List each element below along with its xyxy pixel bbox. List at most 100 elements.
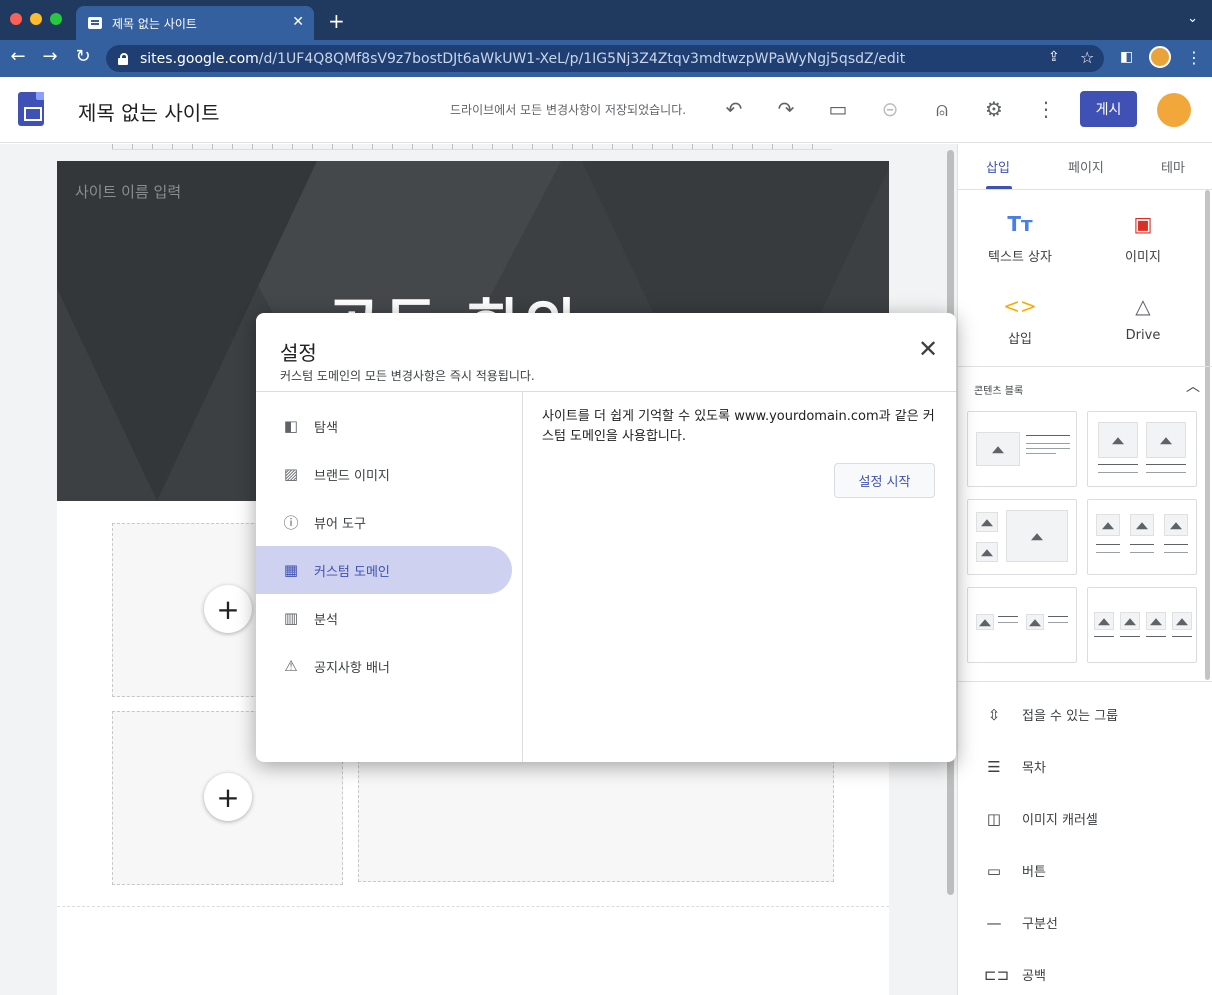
menu-item-label: 분석: [314, 612, 338, 628]
content-block-layout[interactable]: [1087, 411, 1197, 487]
image-thumbnail: [1094, 612, 1114, 630]
new-tab-icon[interactable]: +: [328, 9, 345, 33]
redo-icon[interactable]: ↷: [773, 96, 799, 122]
insert-table-of-contents[interactable]: ☰ 목차: [984, 757, 1046, 777]
content-block-layout[interactable]: [1087, 499, 1197, 575]
content-block-layout[interactable]: [967, 587, 1077, 663]
google-sites-logo-icon[interactable]: [18, 92, 44, 126]
insert-embed[interactable]: <> 삽입: [965, 294, 1075, 347]
insert-item-label: 텍스트 상자: [988, 250, 1052, 265]
settings-menu-viewer-tools[interactable]: ⓘ 뷰어 도구: [256, 498, 512, 546]
gear-icon[interactable]: ⚙: [981, 96, 1007, 122]
text-line: [1026, 435, 1070, 436]
settings-menu-analytics[interactable]: ▥ 분석: [256, 594, 512, 642]
site-name-input[interactable]: 사이트 이름 입력: [75, 181, 181, 202]
insert-text-box[interactable]: Tт 텍스트 상자: [965, 212, 1075, 265]
browser-menu-icon[interactable]: ⋮: [1186, 48, 1202, 67]
ruler: [112, 144, 832, 150]
content-block-layout[interactable]: [967, 411, 1077, 487]
minimize-window-dot[interactable]: [30, 13, 42, 25]
tab-search-chevron-icon[interactable]: ⌄: [1187, 11, 1198, 26]
brand-images-icon: ▨: [283, 465, 299, 483]
url-path: /d/1UF4Q8QMf8sV9z7bostDJt6aWkUW1-XeL/p/1…: [258, 50, 906, 67]
forward-icon[interactable]: →: [38, 46, 62, 67]
sites-favicon-icon: [88, 17, 102, 29]
insert-image-carousel[interactable]: ◫ 이미지 캐러셀: [984, 809, 1098, 829]
insert-button[interactable]: ▭ 버튼: [984, 861, 1046, 881]
settings-dialog: 설정 커스텀 도메인의 모든 변경사항은 즉시 적용됩니다. ✕ ◧ 탐색 ▨ …: [256, 313, 956, 762]
image-thumbnail: [1026, 614, 1044, 630]
share-page-icon[interactable]: ⇪: [1048, 49, 1060, 65]
settings-menu-custom-domain[interactable]: ▦ 커스텀 도메인: [256, 546, 512, 594]
settings-menu-brand-images[interactable]: ▨ 브랜드 이미지: [256, 450, 512, 498]
announcement-icon: ⚠: [284, 657, 298, 675]
add-content-button[interactable]: +: [204, 773, 252, 821]
embed-code-icon: <>: [1003, 294, 1037, 318]
list-item-label: 공백: [1022, 969, 1046, 984]
divider: [958, 189, 1212, 190]
settings-menu-announcement-banner[interactable]: ⚠ 공지사항 배너: [256, 642, 512, 690]
preview-devices-icon[interactable]: ▭: [825, 96, 851, 122]
drive-icon: △: [1135, 294, 1151, 318]
image-thumbnail: [976, 512, 998, 532]
content-blocks-heading: 콘텐츠 블록: [974, 386, 1024, 397]
browser-tabbar: 제목 없는 사이트 ✕ + ⌄: [0, 0, 1212, 40]
add-content-button[interactable]: +: [204, 585, 252, 633]
text-line: [1098, 464, 1138, 465]
bookmark-star-icon[interactable]: ☆: [1080, 48, 1094, 67]
panel-scrollbar[interactable]: [1205, 190, 1210, 680]
text-box-icon: Tт: [1007, 212, 1033, 236]
text-line: [1094, 636, 1114, 637]
insert-divider[interactable]: — 구분선: [984, 913, 1058, 933]
image-thumbnail: [1098, 422, 1138, 458]
settings-menu-navigation[interactable]: ◧ 탐색: [256, 402, 512, 450]
side-panel-icon[interactable]: ◧: [1120, 49, 1133, 65]
image-thumbnail: [1172, 612, 1192, 630]
start-setup-button[interactable]: 설정 시작: [834, 463, 935, 498]
maximize-window-dot[interactable]: [50, 13, 62, 25]
browser-tab[interactable]: 제목 없는 사이트 ✕: [76, 6, 314, 40]
back-icon[interactable]: ←: [6, 46, 30, 67]
text-line: [998, 616, 1018, 617]
text-line: [1146, 636, 1166, 637]
insert-image[interactable]: ▣ 이미지: [1088, 212, 1198, 265]
tab-title: 제목 없는 사이트: [112, 16, 197, 31]
tab-insert[interactable]: 삽입: [986, 157, 1010, 176]
browser-toolbar: ← → ↻ sites.google.com/d/1UF4Q8QMf8sV9z7…: [0, 40, 1212, 77]
browser-profile-avatar[interactable]: [1149, 46, 1171, 68]
address-bar[interactable]: sites.google.com/d/1UF4Q8QMf8sV9z7bostDJ…: [106, 45, 1104, 72]
close-icon[interactable]: ✕: [918, 335, 938, 363]
image-thumbnail: [1096, 514, 1120, 536]
insert-item-label: 삽입: [1008, 332, 1032, 347]
account-avatar[interactable]: [1157, 93, 1191, 127]
insert-collapsible-group[interactable]: ⇳ 접을 수 있는 그룹: [984, 705, 1118, 725]
link-icon[interactable]: ⊝: [877, 96, 903, 122]
insert-drive[interactable]: △ Drive: [1088, 294, 1198, 343]
image-icon: ▣: [1133, 212, 1153, 236]
site-title[interactable]: 제목 없는 사이트: [78, 97, 220, 126]
image-thumbnail: [1146, 422, 1186, 458]
menu-item-label: 커스텀 도메인: [314, 564, 390, 580]
toc-icon: ☰: [987, 757, 1001, 776]
share-icon[interactable]: ⍝: [929, 96, 955, 122]
tab-themes[interactable]: 테마: [1161, 157, 1185, 176]
chevron-up-icon[interactable]: ︿: [1186, 376, 1200, 396]
image-thumbnail: [1164, 514, 1188, 536]
close-window-dot[interactable]: [10, 13, 22, 25]
undo-icon[interactable]: ↶: [721, 96, 747, 122]
navigation-icon: ◧: [283, 417, 299, 435]
content-block-layout[interactable]: [967, 499, 1077, 575]
content-block-layout[interactable]: [1087, 587, 1197, 663]
list-item-label: 이미지 캐러셀: [1022, 813, 1098, 828]
divider: [256, 391, 956, 392]
image-thumbnail: [1006, 510, 1068, 562]
insert-spacer[interactable]: ⊏⊐ 공백: [984, 965, 1046, 985]
more-vert-icon[interactable]: ⋮: [1033, 96, 1059, 122]
text-line: [1096, 552, 1120, 553]
image-thumbnail: [976, 432, 1020, 466]
dialog-title: 설정: [280, 341, 317, 365]
publish-button[interactable]: 게시: [1080, 91, 1137, 127]
tab-pages[interactable]: 페이지: [1068, 157, 1104, 176]
reload-icon[interactable]: ↻: [71, 46, 95, 67]
tab-close-icon[interactable]: ✕: [292, 14, 304, 30]
